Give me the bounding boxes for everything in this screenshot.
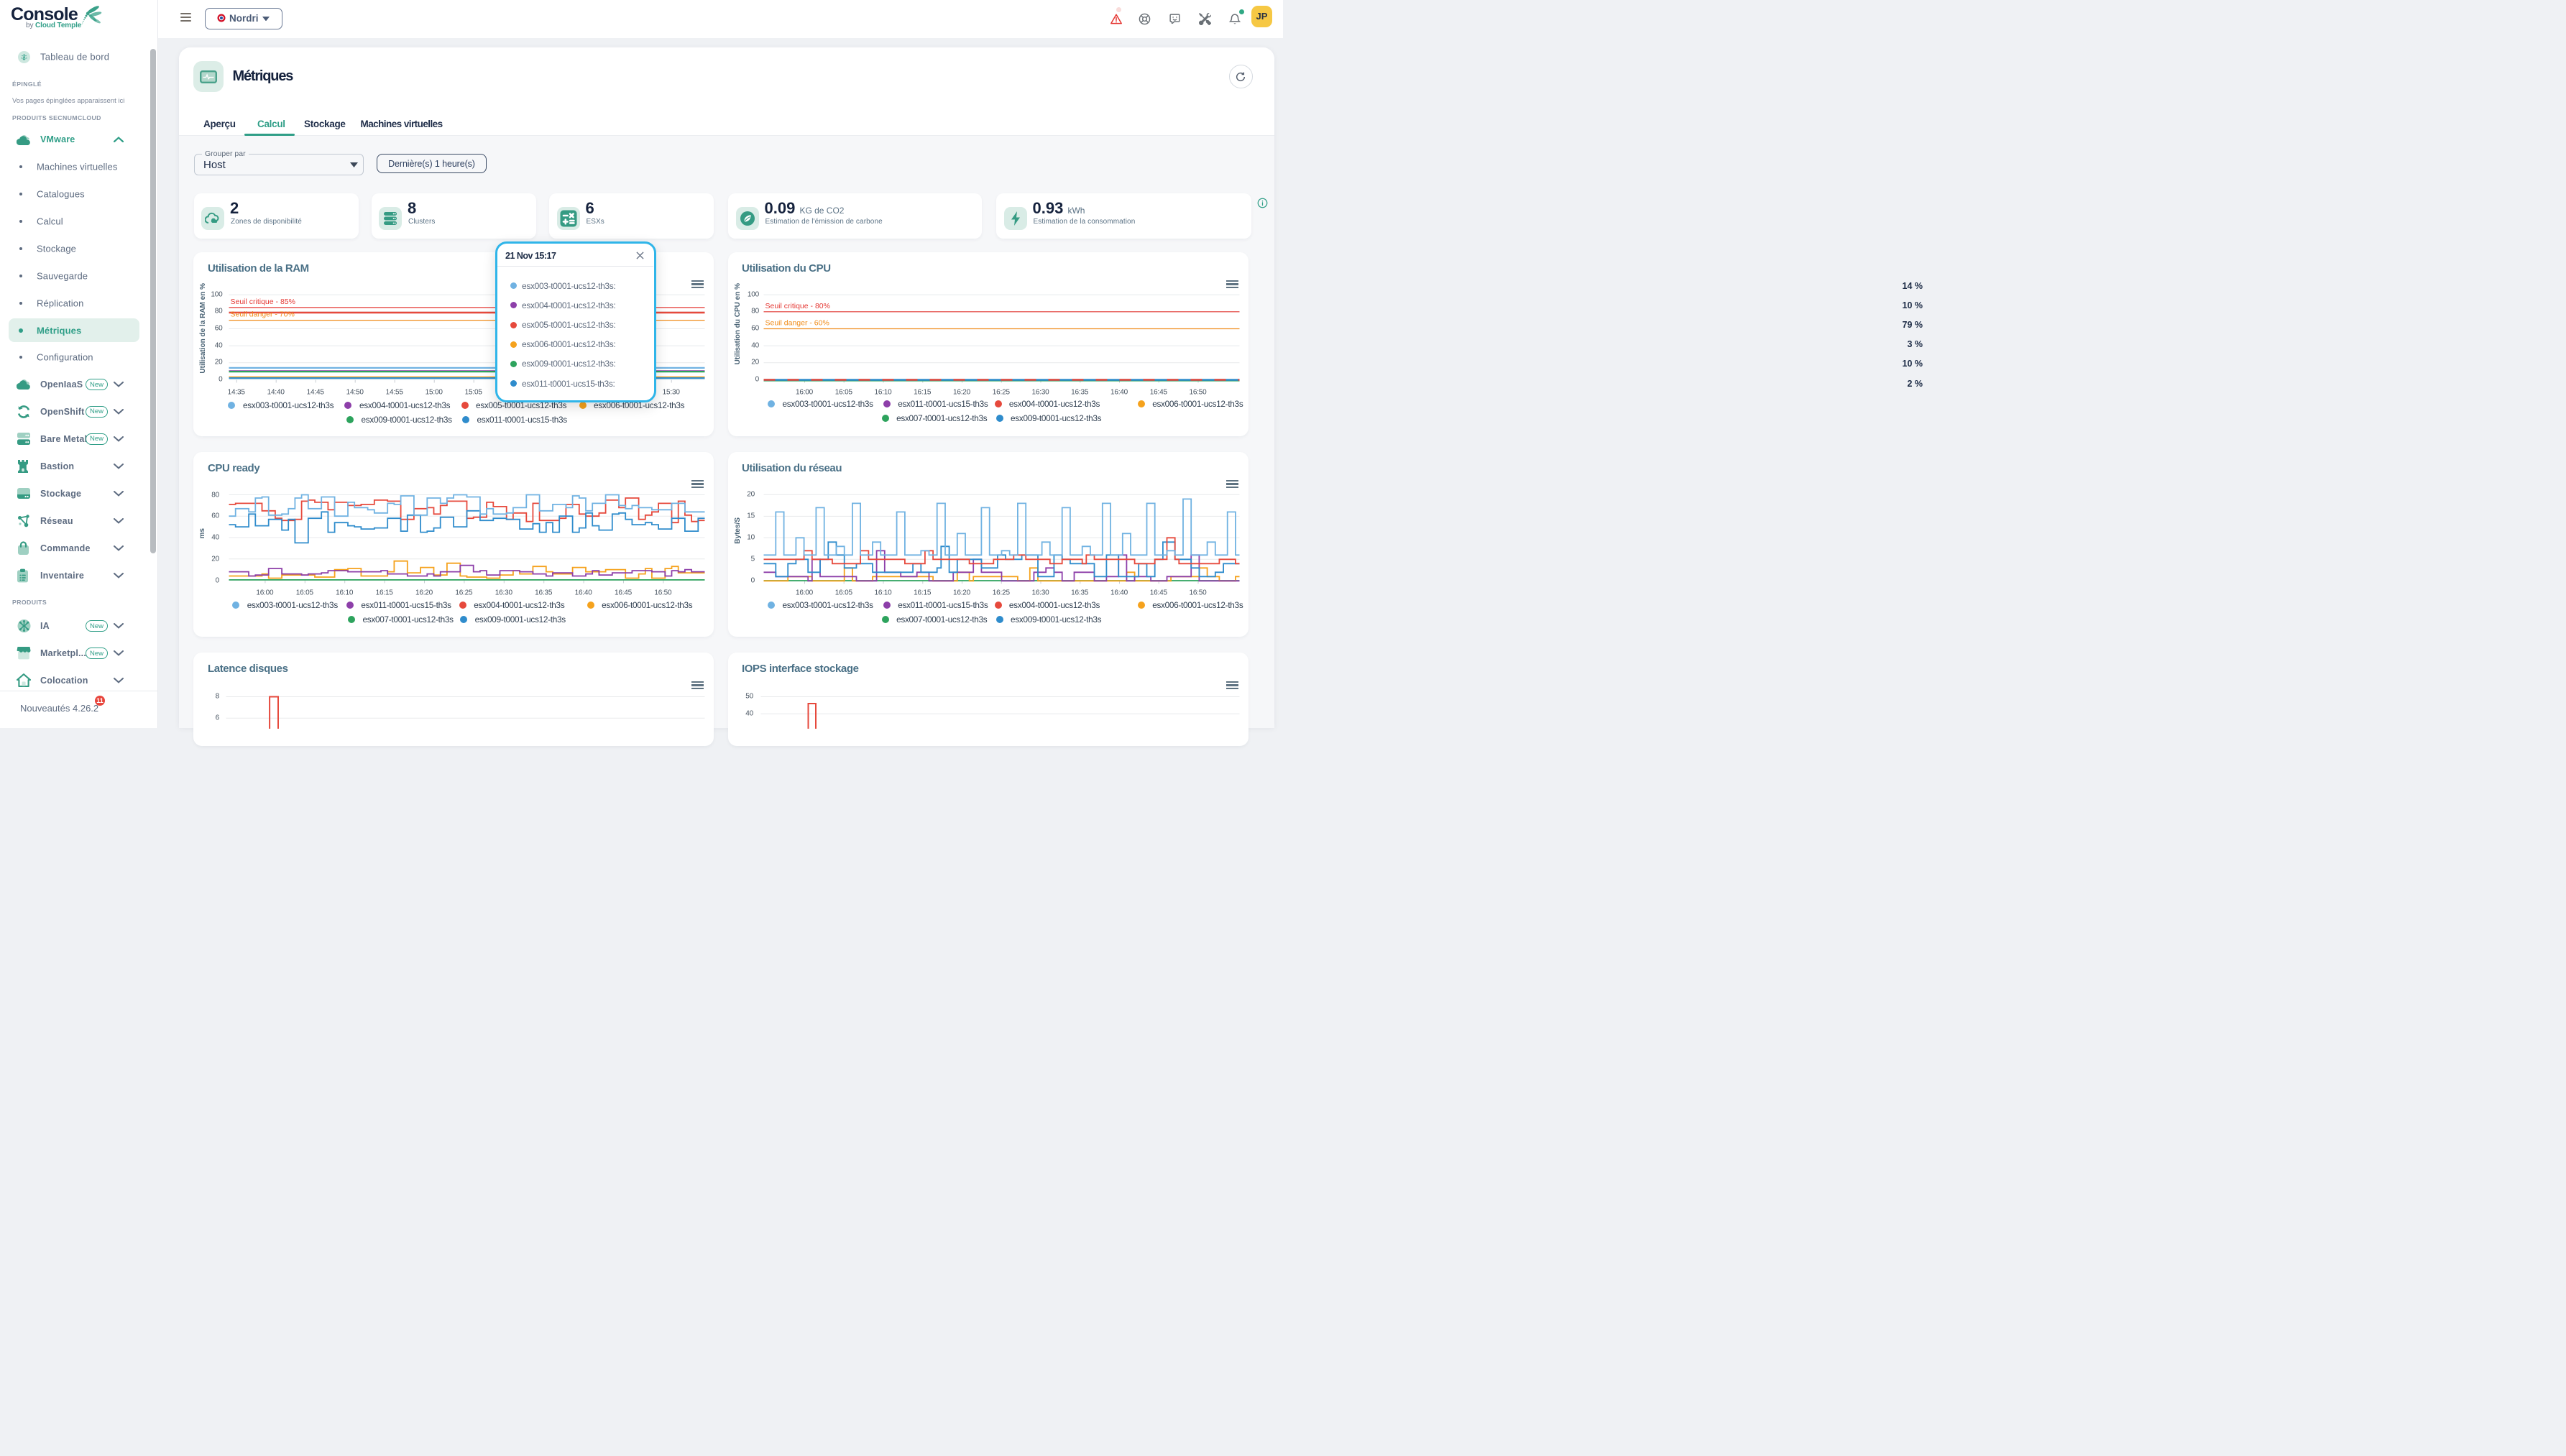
svg-text:Seuil danger - 70%: Seuil danger - 70% bbox=[230, 310, 294, 318]
svg-text:Seuil danger - 60%: Seuil danger - 60% bbox=[765, 318, 829, 327]
svg-text:Seuil critique - 80%: Seuil critique - 80% bbox=[765, 301, 829, 310]
svg-text:Seuil critique - 85%: Seuil critique - 85% bbox=[230, 297, 295, 305]
